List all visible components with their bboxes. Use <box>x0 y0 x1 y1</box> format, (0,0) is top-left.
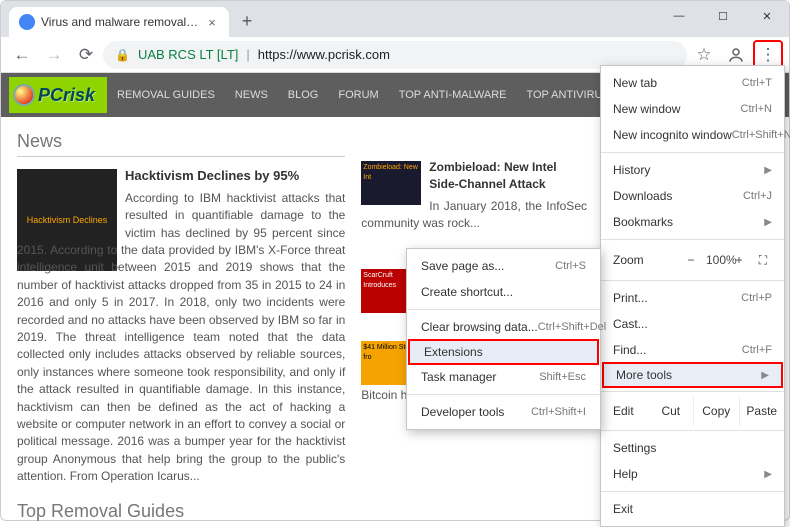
submenu-create-shortcut[interactable]: Create shortcut... <box>407 279 600 305</box>
forward-button: → <box>39 40 69 70</box>
zoom-plus-button[interactable]: + <box>730 253 748 267</box>
nav-removal-guides[interactable]: REMOVAL GUIDES <box>107 73 225 117</box>
chevron-right-icon: ▶ <box>764 469 772 480</box>
logo-icon <box>13 84 35 106</box>
nav-forum[interactable]: FORUM <box>328 73 388 117</box>
menu-history[interactable]: History▶ <box>601 157 784 183</box>
favicon <box>19 14 35 30</box>
top-removal-heading: Top Removal Guides <box>17 501 345 522</box>
zoom-percent: 100% <box>706 253 724 267</box>
reload-button[interactable]: ⟳ <box>71 40 101 70</box>
nav-news[interactable]: NEWS <box>225 73 278 117</box>
chevron-right-icon: ▶ <box>761 370 769 381</box>
copy-button[interactable]: Copy <box>694 396 739 426</box>
zoom-minus-button[interactable]: − <box>682 253 700 267</box>
menu-cast[interactable]: Cast... <box>601 311 784 337</box>
submenu-dev-tools[interactable]: Developer toolsCtrl+Shift+I <box>407 399 600 425</box>
chevron-right-icon: ▶ <box>764 165 772 176</box>
ev-label: UAB RCS LT [LT] <box>138 47 238 62</box>
edit-label: Edit <box>601 396 649 426</box>
close-tab-icon[interactable]: × <box>205 15 219 29</box>
minimize-button[interactable]: — <box>657 1 701 31</box>
nav-blog[interactable]: BLOG <box>278 73 329 117</box>
submenu-save-page[interactable]: Save page as...Ctrl+S <box>407 253 600 279</box>
menu-exit[interactable]: Exit <box>601 496 784 522</box>
new-tab-button[interactable]: + <box>233 7 261 35</box>
fullscreen-icon[interactable]: ⛶ <box>754 253 772 268</box>
menu-print[interactable]: Print...Ctrl+P <box>601 285 784 311</box>
browser-tab[interactable]: Virus and malware removal inst × <box>9 7 229 37</box>
menu-new-tab[interactable]: New tabCtrl+T <box>601 70 784 96</box>
url-text: https://www.pcrisk.com <box>258 47 390 62</box>
menu-zoom: Zoom − 100% + ⛶ <box>601 244 784 276</box>
tab-title: Virus and malware removal inst <box>41 15 199 29</box>
paste-button[interactable]: Paste <box>740 396 784 426</box>
menu-edit-row: Edit Cut Copy Paste <box>601 396 784 426</box>
menu-more-tools[interactable]: More tools▶ <box>602 362 783 388</box>
menu-new-window[interactable]: New windowCtrl+N <box>601 96 784 122</box>
article-zombieload: Zombieload: New Int Zombieload: New Inte… <box>361 159 587 233</box>
submenu-clear-browsing[interactable]: Clear browsing data...Ctrl+Shift+Del <box>407 314 600 340</box>
lock-icon: 🔒 <box>115 48 130 62</box>
menu-settings[interactable]: Settings <box>601 435 784 461</box>
article-hacktivism: Hacktivism Declines Hacktivism Declines … <box>17 167 345 485</box>
article-thumb: Zombieload: New Int <box>361 161 421 205</box>
back-button[interactable]: ← <box>7 40 37 70</box>
titlebar: Virus and malware removal inst × + — ☐ ✕ <box>1 1 789 37</box>
chevron-right-icon: ▶ <box>764 217 772 228</box>
menu-help[interactable]: Help▶ <box>601 461 784 487</box>
chrome-main-menu: New tabCtrl+T New windowCtrl+N New incog… <box>600 65 785 527</box>
menu-downloads[interactable]: DownloadsCtrl+J <box>601 183 784 209</box>
menu-bookmarks[interactable]: Bookmarks▶ <box>601 209 784 235</box>
window-controls: — ☐ ✕ <box>657 1 789 37</box>
maximize-button[interactable]: ☐ <box>701 1 745 31</box>
close-window-button[interactable]: ✕ <box>745 1 789 31</box>
menu-find[interactable]: Find...Ctrl+F <box>601 337 784 363</box>
submenu-task-manager[interactable]: Task managerShift+Esc <box>407 364 600 390</box>
cut-button[interactable]: Cut <box>649 396 694 426</box>
article-thumb: Hacktivism Declines <box>17 169 117 231</box>
news-heading: News <box>17 131 345 157</box>
menu-new-incognito[interactable]: New incognito windowCtrl+Shift+N <box>601 122 784 148</box>
more-tools-submenu: Save page as...Ctrl+S Create shortcut...… <box>406 248 601 430</box>
site-logo[interactable]: PCrisk <box>9 77 107 113</box>
separator: | <box>246 47 249 62</box>
logo-text: PCrisk <box>38 85 95 106</box>
submenu-extensions[interactable]: Extensions <box>408 339 599 365</box>
nav-top-antimalware[interactable]: TOP ANTI-MALWARE <box>389 73 517 117</box>
